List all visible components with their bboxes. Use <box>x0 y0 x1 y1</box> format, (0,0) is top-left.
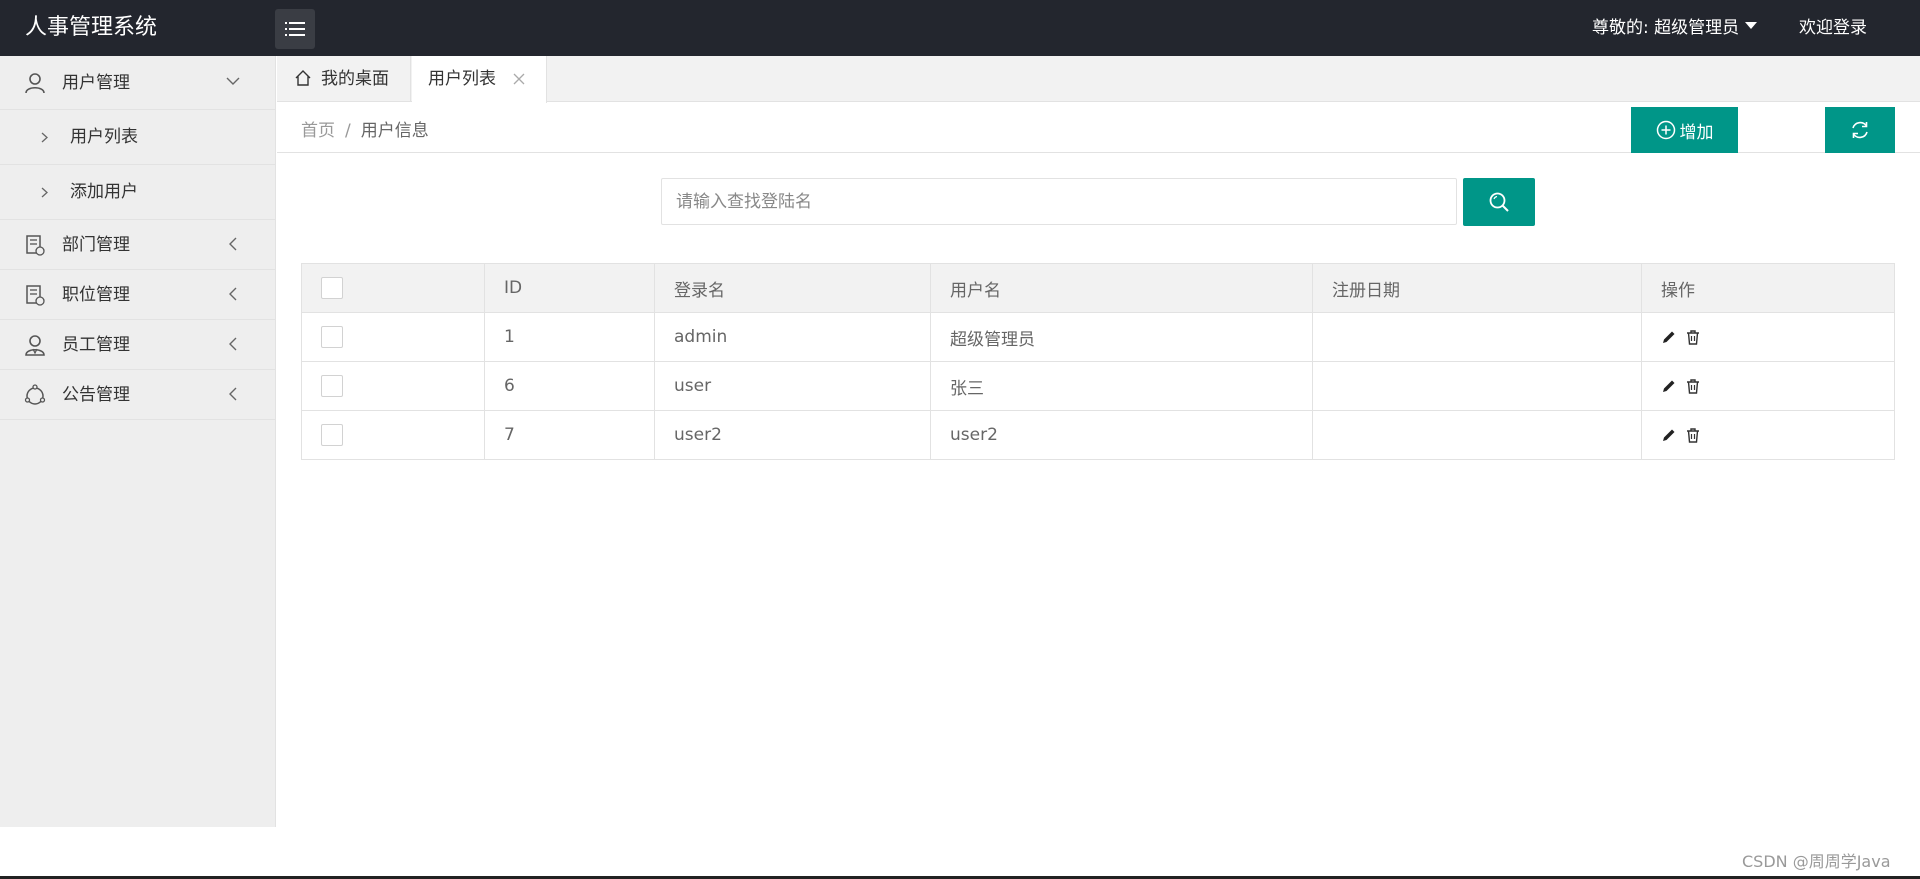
breadcrumb-home[interactable]: 首页 <box>301 121 335 141</box>
column-header[interactable]: 用户名 <box>930 263 1313 313</box>
position-icon <box>26 285 45 306</box>
sidebar-item-position-management[interactable]: 职位管理 <box>0 270 275 320</box>
top-header: 人事管理系统 尊敬的: 超级管理员 欢迎登录 <box>0 0 1920 56</box>
table-header-row: ID 登录名 用户名 注册日期 操作 <box>301 263 1895 313</box>
delete-icon[interactable] <box>1685 427 1701 443</box>
cell-name: user2 <box>930 410 1313 460</box>
column-header[interactable]: 注册日期 <box>1312 263 1642 313</box>
cell-actions <box>1641 312 1895 362</box>
table-row: 7 user2 user2 <box>301 410 1895 460</box>
breadcrumb-bar: 首页 / 用户信息 增加 <box>277 102 1920 153</box>
close-icon[interactable] <box>512 72 526 86</box>
sidebar-subitem-label: 用户列表 <box>70 127 138 147</box>
watermark: CSDN @周周学Java <box>1742 852 1891 871</box>
cell-name: 超级管理员 <box>930 312 1313 362</box>
search-input[interactable] <box>661 178 1457 225</box>
refresh-icon <box>1852 121 1868 139</box>
chevron-left-icon <box>229 387 237 401</box>
row-select-cell <box>301 361 485 411</box>
sidebar-item-label: 职位管理 <box>62 285 130 305</box>
search-icon <box>1489 192 1509 212</box>
cell-actions <box>1641 361 1895 411</box>
cell-login: admin <box>654 312 931 362</box>
refresh-button[interactable] <box>1825 107 1895 153</box>
cell-login: user2 <box>654 410 931 460</box>
tab-my-desktop[interactable]: 我的桌面 <box>277 56 411 102</box>
edit-icon[interactable] <box>1661 378 1677 394</box>
welcome-link[interactable]: 欢迎登录 <box>1799 0 1867 56</box>
sidebar-item-notice-management[interactable]: 公告管理 <box>0 370 275 420</box>
plus-circle-icon <box>1656 120 1675 140</box>
sidebar-item-label: 用户管理 <box>62 73 130 93</box>
menu-icon <box>285 22 305 36</box>
user-label: 尊敬的: 超级管理员 <box>1592 18 1740 38</box>
column-header: 操作 <box>1641 263 1895 313</box>
employee-icon <box>25 335 45 356</box>
add-button-label: 增加 <box>1679 122 1714 143</box>
cell-login: user <box>654 361 931 411</box>
chevron-right-icon <box>41 187 48 198</box>
sidebar-subitem-user-list[interactable]: 用户列表 <box>0 110 275 165</box>
tab-label: 我的桌面 <box>321 69 389 89</box>
cell-date <box>1312 410 1642 460</box>
cell-date <box>1312 361 1642 411</box>
tab-bar: 我的桌面 用户列表 <box>277 56 1920 103</box>
notice-icon <box>24 384 46 405</box>
cell-id: 7 <box>484 410 655 460</box>
row-checkbox[interactable] <box>321 424 343 446</box>
cell-actions <box>1641 410 1895 460</box>
sidebar-subitem-label: 添加用户 <box>70 182 138 202</box>
search-button[interactable] <box>1463 178 1535 226</box>
cell-id: 1 <box>484 312 655 362</box>
sidebar-item-user-management[interactable]: 用户管理 <box>0 56 275 110</box>
sidebar-item-department-management[interactable]: 部门管理 <box>0 220 275 270</box>
breadcrumb: 首页 / 用户信息 <box>301 116 429 141</box>
caret-down-icon <box>1745 22 1758 29</box>
tab-user-list[interactable]: 用户列表 <box>412 56 547 103</box>
cell-id: 6 <box>484 361 655 411</box>
add-button[interactable]: 增加 <box>1631 107 1738 153</box>
row-checkbox[interactable] <box>321 375 343 397</box>
column-header[interactable]: 登录名 <box>654 263 931 313</box>
cell-name: 张三 <box>930 361 1313 411</box>
sidebar-item-label: 部门管理 <box>62 235 130 255</box>
table-row: 1 admin 超级管理员 <box>301 312 1895 362</box>
user-icon <box>25 73 45 94</box>
sidebar-item-label: 员工管理 <box>62 335 130 355</box>
chevron-left-icon <box>229 337 237 351</box>
user-dropdown[interactable]: 尊敬的: 超级管理员 <box>1592 0 1758 56</box>
chevron-left-icon <box>229 287 237 301</box>
chevron-left-icon <box>229 237 237 251</box>
row-select-cell <box>301 312 485 362</box>
chevron-down-icon <box>226 77 240 85</box>
sidebar-subitem-add-user[interactable]: 添加用户 <box>0 165 275 220</box>
user-table: ID 登录名 用户名 注册日期 操作 1 admin 超级管理员 6 user … <box>301 263 1895 460</box>
app-title: 人事管理系统 <box>25 15 158 40</box>
edit-icon[interactable] <box>1661 427 1677 443</box>
menu-toggle-button[interactable] <box>275 9 315 49</box>
cell-date <box>1312 312 1642 362</box>
breadcrumb-separator: / <box>345 121 351 141</box>
sidebar-item-employee-management[interactable]: 员工管理 <box>0 320 275 370</box>
chevron-right-icon <box>41 132 48 143</box>
tab-label: 用户列表 <box>428 69 496 89</box>
department-icon <box>26 235 45 256</box>
table-row: 6 user 张三 <box>301 361 1895 411</box>
row-checkbox[interactable] <box>321 326 343 348</box>
breadcrumb-current: 用户信息 <box>360 121 429 141</box>
sidebar-item-label: 公告管理 <box>62 385 130 405</box>
select-all-cell <box>301 263 485 313</box>
edit-icon[interactable] <box>1661 329 1677 345</box>
home-icon <box>295 70 311 86</box>
select-all-checkbox[interactable] <box>321 277 343 299</box>
column-header[interactable]: ID <box>484 263 655 313</box>
row-select-cell <box>301 410 485 460</box>
sidebar: 用户管理 用户列表 添加用户 部门管理 职位管理 员工管理 公告管理 <box>0 56 276 827</box>
delete-icon[interactable] <box>1685 329 1701 345</box>
delete-icon[interactable] <box>1685 378 1701 394</box>
